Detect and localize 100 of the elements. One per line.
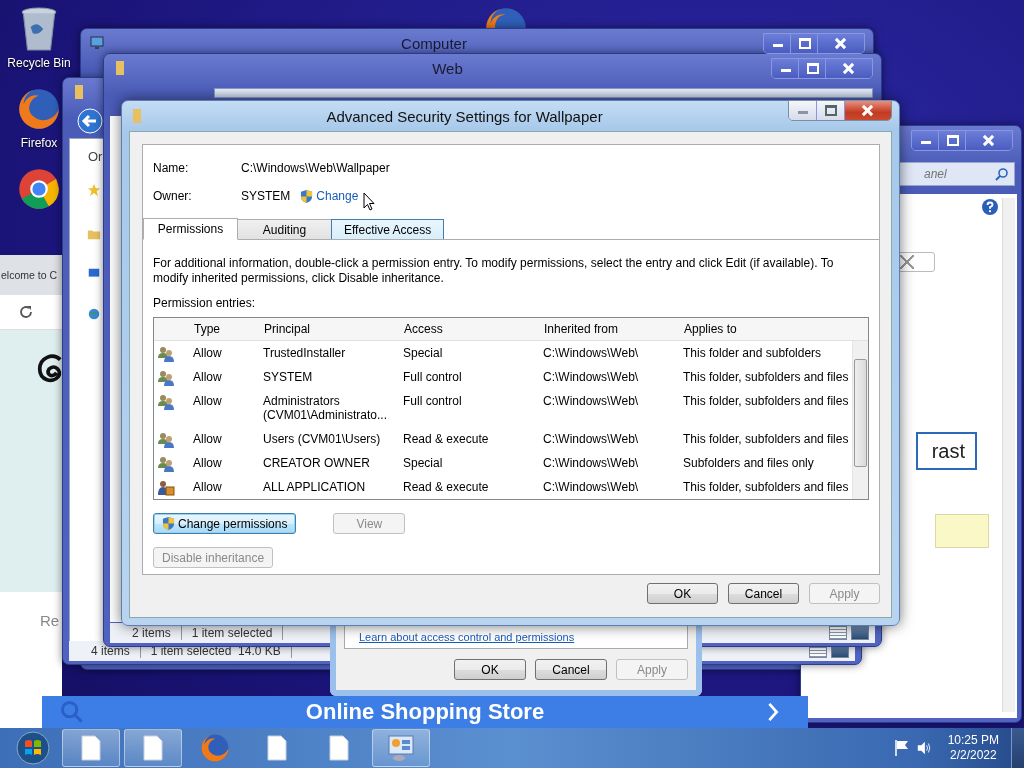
field-label: Name:	[153, 161, 190, 175]
shopping-banner[interactable]: Online Shopping Store	[42, 696, 808, 728]
user-group-icon	[157, 432, 175, 448]
table-cell-text: C:\Windows\Web\	[542, 346, 640, 360]
contrast-button[interactable]: rast	[915, 432, 977, 470]
table-cell-text: Users (CVM01\Users)	[262, 432, 382, 446]
table-cell-text: Allow	[192, 394, 223, 408]
field-value: SYSTEM	[241, 189, 291, 203]
desktop-icon-label[interactable]: Firefox	[20, 136, 58, 150]
tab[interactable]: Permissions	[143, 218, 238, 240]
shield-icon	[300, 188, 314, 204]
maximize-button[interactable]	[939, 130, 966, 150]
document-icon	[81, 735, 101, 761]
taskbar-button[interactable]	[62, 729, 120, 767]
table-cell-text: Full control	[402, 394, 463, 408]
reload-icon[interactable]	[18, 304, 34, 320]
help-link[interactable]: Learn about access control and permissions	[359, 631, 575, 643]
table-cell-text: Read & execute	[402, 432, 490, 446]
section-heading: Re	[40, 612, 60, 629]
table-cell-text: Allow	[192, 456, 223, 470]
desktop-icon-label[interactable]: Recycle Bin	[7, 56, 71, 70]
star-icon[interactable]	[87, 183, 101, 197]
browser-icon[interactable]	[17, 166, 61, 212]
monitor-icon	[89, 35, 105, 51]
maximize-button[interactable]	[791, 33, 818, 53]
dialog-button[interactable]: Cancel	[728, 583, 799, 604]
info-text: For additional information, double-click a permission entry. To modify permissions, select the entry and click Edit (if available). To modify inherited permissions, click Disable inheritance.	[153, 256, 835, 286]
tab[interactable]: Effective Access	[331, 219, 445, 239]
toolbar-text[interactable]: Or	[88, 149, 103, 164]
table-cell-text: Full control	[402, 370, 463, 384]
dialog-button[interactable]: OK	[647, 583, 718, 604]
table-cell-text: C:\Windows\Web\	[542, 456, 640, 470]
action-button[interactable]: Change permissions	[153, 513, 297, 534]
field-value: C:\Windows\Web\Wallpaper	[241, 161, 390, 175]
table-cell-text: Allow	[192, 370, 223, 384]
table-row[interactable]: Allow TrustedInstaller Special C:\Windows\Web\ This folder and subfolders	[154, 341, 852, 365]
taskbar-button[interactable]	[124, 729, 182, 767]
table-cell-text: C:\Windows\Web\	[542, 370, 640, 384]
window-title: Web	[431, 59, 464, 77]
folder-icon	[116, 61, 124, 75]
tab[interactable]: Auditing	[237, 219, 332, 239]
close-button[interactable]	[845, 101, 891, 120]
column-header[interactable]: Type	[186, 322, 256, 336]
close-button[interactable]	[966, 130, 1012, 150]
maximize-button[interactable]	[817, 101, 845, 120]
clock-time[interactable]: 10:25 PM	[947, 733, 999, 748]
minimize-button[interactable]	[764, 33, 791, 53]
dialog-button[interactable]: Cancel	[535, 659, 607, 680]
table-row[interactable]: Allow Administrators (CVM01\Administrato... Full control C:\Windows\Web\ This folder, subfolders and files	[154, 389, 852, 427]
shield-icon	[162, 516, 175, 531]
user-group-icon	[157, 394, 175, 410]
close-button[interactable]	[826, 58, 872, 78]
back-button[interactable]	[77, 108, 103, 134]
close-button[interactable]	[818, 33, 864, 53]
minimize-button[interactable]	[772, 58, 799, 78]
change-link[interactable]: Change	[316, 189, 359, 203]
flag-icon[interactable]	[893, 739, 910, 757]
document-icon	[329, 735, 349, 761]
user-group-icon	[157, 346, 175, 362]
document-icon	[143, 735, 163, 761]
browser-icon[interactable]	[17, 86, 61, 132]
help-icon[interactable]	[981, 198, 999, 216]
column-header[interactable]: Applies to	[676, 322, 868, 336]
table-row[interactable]: Allow SYSTEM Full control C:\Windows\Web\ This folder, subfolders and files	[154, 365, 852, 389]
table-cell-text: This folder, subfolders and files	[682, 370, 850, 384]
user-group-icon	[157, 456, 175, 472]
window-title: Computer	[400, 34, 468, 52]
details-view-icon[interactable]	[829, 626, 847, 640]
clock-date[interactable]: 2/2/2022	[949, 748, 997, 763]
table-row[interactable]: Allow CREATOR OWNER Special C:\Windows\Web\ Subfolders and files only	[154, 451, 852, 475]
minimize-button[interactable]	[789, 101, 817, 120]
table-row[interactable]: Allow ALL APPLICATION Read & execute C:\Windows\Web\ This folder, subfolders and files	[154, 475, 852, 499]
table-cell-text: TrustedInstaller	[262, 346, 347, 360]
section-label: Permission entries:	[153, 296, 257, 310]
show-desktop-button[interactable]	[1011, 728, 1024, 768]
start-button[interactable]	[16, 731, 50, 765]
table-cell-text: Allow	[192, 346, 223, 360]
maximize-button[interactable]	[799, 58, 826, 78]
table-cell-text: Read & execute	[402, 480, 490, 494]
dialog-title: Advanced Security Settings for Wallpaper	[325, 107, 604, 125]
table-cell-text: Special	[402, 346, 444, 360]
column-header[interactable]: Principal	[256, 322, 396, 336]
table-cell-text: Administrators (CVM01\Administrato...	[262, 394, 389, 422]
browser-tab[interactable]: elcome to C	[0, 255, 62, 295]
user-package-icon	[157, 480, 175, 496]
column-header[interactable]: Access	[396, 322, 536, 336]
speaker-icon[interactable]	[915, 739, 932, 757]
dialog-button[interactable]: OK	[454, 659, 526, 680]
minimize-button[interactable]	[912, 130, 939, 150]
taskbar-button[interactable]	[372, 729, 430, 767]
table-row[interactable]: Allow Users (CVM01\Users) Read & execute C:\Windows\Web\ This folder, subfolders and files	[154, 427, 852, 451]
folder-icon	[75, 85, 83, 99]
chevron-right-icon[interactable]	[766, 702, 780, 722]
column-header[interactable]: Inherited from	[536, 322, 676, 336]
globe-icon[interactable]	[87, 307, 101, 321]
table-cell-text: C:\Windows\Web\	[542, 480, 640, 494]
thumbnail-view-icon[interactable]	[851, 626, 869, 640]
banner-title: Online Shopping Store	[304, 699, 546, 725]
table-cell-text: SYSTEM	[262, 370, 314, 384]
table-cell-text: This folder, subfolders and files	[682, 432, 850, 446]
